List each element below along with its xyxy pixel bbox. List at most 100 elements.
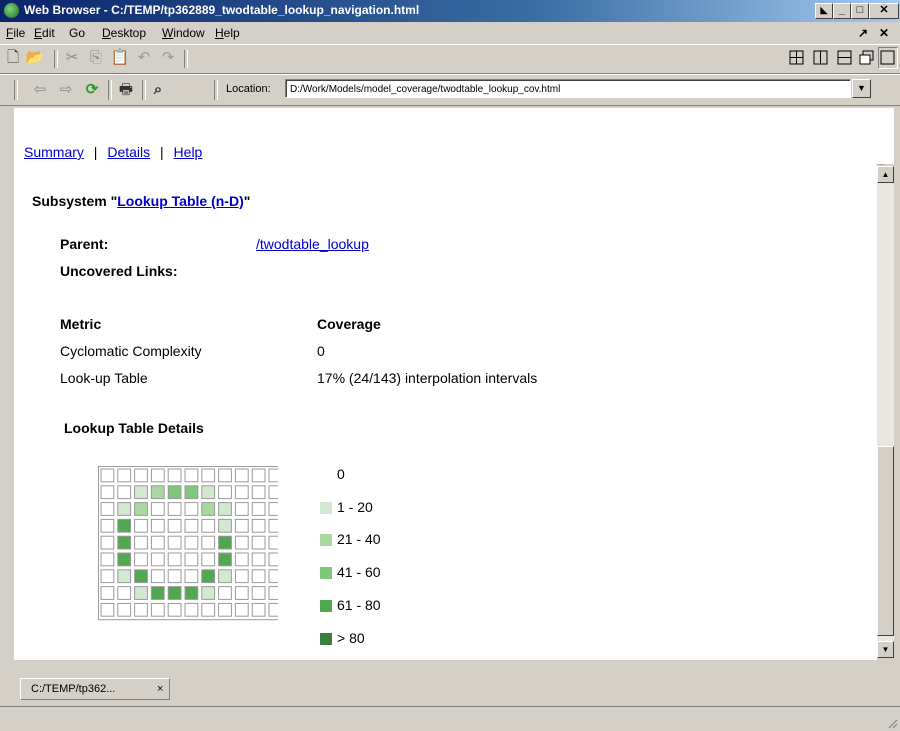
- paste-icon[interactable]: 📋: [110, 48, 130, 68]
- report-content: Subsystem "Lookup Table (n-D)" Parent: /…: [14, 164, 877, 660]
- grid-cell: [234, 602, 249, 617]
- menu-help[interactable]: Help: [215, 26, 240, 40]
- new-document-icon[interactable]: 🗋: [3, 48, 23, 68]
- grid-cell: [234, 552, 249, 567]
- resize-grip-icon[interactable]: [886, 717, 898, 729]
- grid-cell: [201, 602, 216, 617]
- parent-link[interactable]: /twodtable_lookup: [256, 236, 369, 252]
- scroll-thumb[interactable]: [877, 446, 894, 636]
- document-tab[interactable]: C:/TEMP/tp362... ×: [20, 678, 170, 700]
- grid-cell: [150, 586, 165, 600]
- edit-toolbar: 🗋 📂 ✂ ⎘ 📋 ↶ ↷: [0, 44, 900, 74]
- grid-cell: [201, 569, 216, 584]
- grid-cell: [167, 485, 182, 500]
- grid-cell: [100, 535, 115, 550]
- tile-grid-icon[interactable]: [788, 49, 806, 67]
- grid-cell: [201, 485, 216, 500]
- legend-swatch: [320, 599, 332, 612]
- refresh-icon[interactable]: ⟳: [82, 80, 102, 100]
- subsystem-link[interactable]: Lookup Table (n-D): [117, 193, 244, 209]
- legend-label: 41 - 60: [337, 564, 381, 581]
- maximize-pane-icon[interactable]: [878, 47, 898, 69]
- forward-arrow-icon[interactable]: ⇨: [56, 80, 76, 100]
- grid-cell: [268, 468, 278, 483]
- summary-link[interactable]: Summary: [24, 144, 84, 160]
- grid-cell: [218, 502, 232, 516]
- maximize-button[interactable]: □: [851, 3, 869, 19]
- grid-cell: [167, 586, 182, 600]
- menu-edit[interactable]: Edit: [34, 26, 55, 40]
- back-arrow-icon[interactable]: ⇦: [30, 80, 50, 100]
- subsystem-prefix: Subsystem ": [32, 193, 118, 209]
- grid-cell: [117, 569, 132, 584]
- tab-close-icon[interactable]: ×: [157, 683, 163, 695]
- grid-cell: [184, 552, 199, 567]
- grid-cell: [201, 502, 216, 516]
- subsystem-heading: Subsystem "Lookup Table (n-D)": [32, 193, 250, 209]
- tile-vertical-icon[interactable]: [812, 49, 830, 67]
- float-window-icon[interactable]: [858, 49, 876, 67]
- grid-cell: [167, 468, 182, 483]
- grid-cell: [251, 485, 266, 500]
- undo-icon[interactable]: ↶: [134, 48, 154, 68]
- location-dropdown-button[interactable]: ▼: [852, 79, 871, 98]
- grid-cell: [201, 518, 216, 533]
- copy-icon[interactable]: ⎘: [86, 48, 106, 68]
- grid-cell: [218, 552, 232, 567]
- browser-globe-icon: [4, 3, 19, 18]
- scroll-up-button[interactable]: ▲: [877, 166, 894, 183]
- menu-go[interactable]: Go: [69, 26, 85, 40]
- grid-cell: [167, 602, 182, 617]
- location-input[interactable]: D:/Work/Models/model_coverage/twodtable_…: [285, 79, 851, 98]
- help-link[interactable]: Help: [174, 144, 203, 160]
- grid-cell: [234, 535, 249, 550]
- tab-label: C:/TEMP/tp362...: [31, 683, 116, 695]
- coverage-cell: 17% (24/143) interpolation intervals: [317, 370, 538, 386]
- menu-file[interactable]: File: [6, 26, 25, 40]
- menu-desktop[interactable]: Desktop: [102, 26, 146, 40]
- legend-swatch: [320, 469, 332, 481]
- grid-cell: [268, 502, 278, 516]
- nav-separator: |: [160, 144, 164, 160]
- close-button[interactable]: ✕: [869, 3, 899, 19]
- grid-cell: [150, 485, 165, 500]
- grid-cell: [117, 468, 132, 483]
- grid-cell: [251, 468, 266, 483]
- open-folder-icon[interactable]: 📂: [25, 48, 45, 68]
- grid-cell: [117, 502, 132, 516]
- grid-cell: [251, 518, 266, 533]
- redo-icon[interactable]: ↷: [158, 48, 178, 68]
- close-menu-icon[interactable]: ✕: [879, 26, 889, 40]
- grid-cell: [268, 602, 278, 617]
- grid-cell: [251, 552, 266, 567]
- print-icon[interactable]: 🖶: [116, 80, 136, 100]
- subsystem-suffix: ": [243, 193, 251, 209]
- undock-icon[interactable]: ↗: [858, 26, 868, 40]
- legend-label: 61 - 80: [337, 596, 381, 613]
- grid-cell: [251, 535, 266, 550]
- legend-label: > 80: [337, 629, 365, 646]
- legend-label: 1 - 20: [337, 498, 373, 515]
- scroll-down-button[interactable]: ▼: [877, 641, 894, 658]
- minimize-button[interactable]: _: [833, 3, 851, 19]
- grid-cell: [117, 518, 132, 533]
- grid-cell: [201, 535, 216, 550]
- vertical-scrollbar[interactable]: ▲ ▼: [877, 166, 894, 658]
- tile-horizontal-icon[interactable]: [836, 49, 854, 67]
- find-binoculars-icon[interactable]: ⌕: [148, 80, 168, 100]
- metric-cell: Look-up Table: [60, 370, 148, 386]
- grid-cell: [117, 586, 132, 600]
- dock-icon[interactable]: ◣: [815, 3, 833, 19]
- grid-cell: [218, 535, 232, 550]
- grid-cell: [167, 535, 182, 550]
- grid-cell: [218, 602, 232, 617]
- report-nav-pane: Summary | Details | Help: [14, 108, 894, 165]
- lookup-coverage-grid: [98, 466, 278, 621]
- metric-header: Metric: [60, 316, 102, 332]
- grid-cell: [150, 502, 165, 516]
- cut-icon[interactable]: ✂: [62, 48, 82, 68]
- legend-swatch: [320, 632, 332, 645]
- details-link[interactable]: Details: [107, 144, 150, 160]
- menu-window[interactable]: Window: [162, 26, 205, 40]
- grid-cell: [234, 586, 249, 600]
